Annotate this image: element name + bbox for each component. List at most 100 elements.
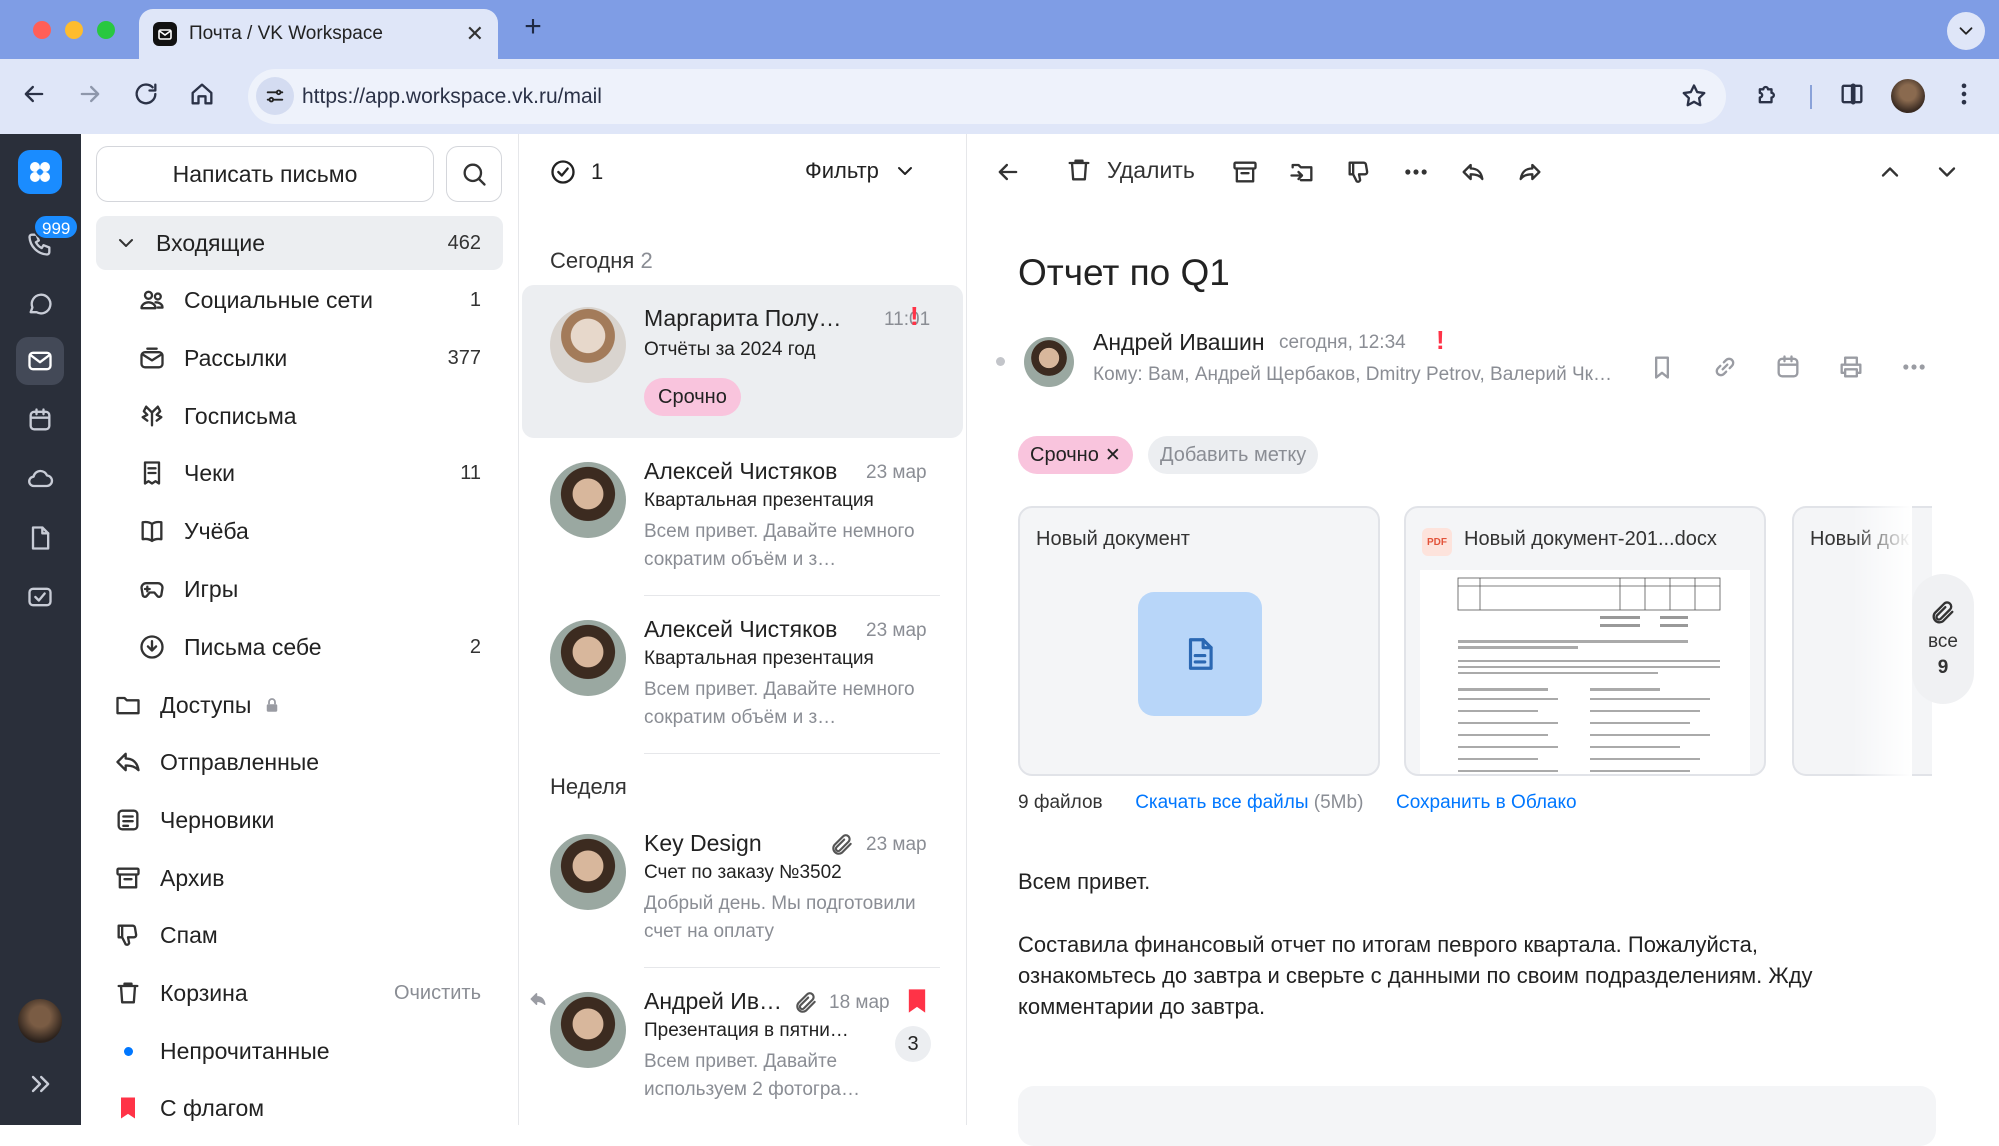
add-event-button[interactable] bbox=[1774, 353, 1802, 381]
compose-button[interactable]: Написать письмо bbox=[96, 146, 434, 202]
minimize-window-button[interactable] bbox=[65, 21, 83, 39]
message-tag[interactable]: Срочно ✕ bbox=[1018, 436, 1133, 474]
read-status-dot[interactable] bbox=[996, 357, 1005, 366]
folder-flagged[interactable]: С флагом bbox=[96, 1081, 503, 1135]
folder-receipts[interactable]: Чеки 11 bbox=[96, 446, 503, 500]
profile-avatar[interactable] bbox=[1891, 79, 1925, 113]
previous-message-button[interactable] bbox=[1876, 158, 1904, 186]
folder-archive[interactable]: Архив bbox=[96, 851, 503, 905]
delete-button[interactable]: Удалить bbox=[1065, 156, 1195, 184]
reload-button[interactable] bbox=[132, 80, 160, 108]
list-item[interactable]: Key Design 23 мар Счет по заказу №3502 Д… bbox=[519, 810, 968, 968]
download-all-link[interactable]: Скачать все файлы bbox=[1135, 792, 1308, 813]
extensions-button[interactable] bbox=[1754, 80, 1782, 108]
folder-self[interactable]: Письма себе 2 bbox=[96, 620, 503, 674]
more-horizontal-icon bbox=[1903, 364, 1925, 370]
next-message-button[interactable] bbox=[1933, 158, 1961, 186]
cloud-icon bbox=[28, 469, 54, 488]
attachment-icon bbox=[832, 834, 852, 855]
more-actions-button[interactable] bbox=[1402, 158, 1430, 186]
urgent-tag[interactable]: Срочно bbox=[644, 378, 741, 416]
close-window-button[interactable] bbox=[33, 21, 51, 39]
remove-tag-icon[interactable]: ✕ bbox=[1105, 444, 1121, 467]
folder-drafts[interactable]: Черновики bbox=[96, 793, 503, 847]
mail-from: Маргарита Полу… bbox=[644, 305, 842, 331]
save-to-cloud-link[interactable]: Сохранить в Облако bbox=[1396, 792, 1577, 813]
rail-docs[interactable] bbox=[16, 514, 64, 562]
folder-gov[interactable]: Госписьма bbox=[96, 389, 503, 443]
archive-button[interactable] bbox=[1231, 158, 1259, 186]
back-to-list-button[interactable] bbox=[994, 158, 1022, 186]
select-all-toggle[interactable]: 1 bbox=[549, 158, 603, 186]
tab-search-button[interactable] bbox=[1947, 12, 1985, 50]
rail-cloud[interactable] bbox=[16, 455, 64, 503]
search-button[interactable] bbox=[446, 146, 502, 202]
copy-link-button[interactable] bbox=[1711, 353, 1739, 381]
address-bar[interactable]: https://app.workspace.vk.ru/mail bbox=[248, 69, 1726, 124]
important-icon[interactable]: ! bbox=[1436, 325, 1445, 356]
flag-icon bbox=[121, 1097, 135, 1119]
add-tag-button[interactable]: Добавить метку bbox=[1148, 436, 1319, 474]
bookmark-button[interactable] bbox=[1648, 353, 1676, 381]
browser-menu-button[interactable] bbox=[1950, 80, 1978, 108]
folder-games[interactable]: Игры bbox=[96, 562, 503, 616]
close-tab-icon[interactable]: ✕ bbox=[466, 21, 484, 47]
rail-messenger[interactable] bbox=[16, 280, 64, 328]
rail-calendar[interactable] bbox=[16, 396, 64, 444]
list-item[interactable]: Алексей Чистяков 23 мар Квартальная през… bbox=[519, 438, 968, 596]
folder-social[interactable]: Социальные сети 1 bbox=[96, 273, 503, 327]
section-count: 2 bbox=[640, 248, 653, 273]
list-item[interactable]: Алексей Чистяков 23 мар Квартальная през… bbox=[519, 596, 968, 754]
more-horizontal-icon bbox=[1405, 169, 1427, 175]
folder-study[interactable]: Учёба bbox=[96, 504, 503, 558]
link-icon bbox=[1715, 357, 1735, 377]
rail-mail[interactable] bbox=[16, 337, 64, 385]
folder-count: 1 bbox=[469, 288, 481, 311]
folder-access[interactable]: Доступы bbox=[96, 678, 503, 732]
filter-dropdown[interactable]: Фильтр bbox=[805, 158, 917, 184]
forward-button[interactable] bbox=[1516, 158, 1544, 186]
recipients[interactable]: Кому: Вам, Андрей Щербаков, Dmitry Petro… bbox=[1093, 364, 1653, 386]
user-avatar[interactable] bbox=[18, 999, 62, 1043]
home-icon bbox=[191, 83, 213, 105]
attachment-card[interactable]: PDF Новый документ-201...docx bbox=[1404, 506, 1766, 776]
move-button[interactable] bbox=[1288, 158, 1316, 186]
side-panel-button[interactable] bbox=[1838, 80, 1866, 108]
trash-icon bbox=[117, 982, 139, 1004]
back-button[interactable] bbox=[20, 80, 48, 108]
all-attachments-button[interactable]: все 9 bbox=[1912, 574, 1974, 704]
bookmark-star-button[interactable] bbox=[1680, 82, 1708, 110]
folder-spam[interactable]: Спам bbox=[96, 908, 503, 962]
attachment-card[interactable]: Новый документ bbox=[1018, 506, 1380, 776]
folder-sent[interactable]: Отправленные bbox=[96, 735, 503, 789]
folder-inbox[interactable]: Входящие 462 bbox=[96, 216, 503, 270]
list-item[interactable]: Андрей Ив… 18 мар Презентация в пятни… 3… bbox=[519, 968, 968, 1125]
new-tab-button[interactable]: + bbox=[518, 12, 548, 44]
folder-newsletters[interactable]: Рассылки 377 bbox=[96, 331, 503, 385]
expand-rail-button[interactable] bbox=[16, 1060, 64, 1108]
quick-reply-bar[interactable] bbox=[1018, 1086, 1936, 1146]
site-settings-button[interactable] bbox=[256, 77, 294, 115]
empty-trash-link[interactable]: Очистить bbox=[394, 982, 481, 1005]
folder-trash[interactable]: Корзина Очистить bbox=[96, 966, 503, 1020]
important-icon[interactable]: ! bbox=[910, 301, 919, 332]
sender-avatar[interactable] bbox=[1024, 337, 1074, 387]
forward-button[interactable] bbox=[76, 80, 104, 108]
print-button[interactable] bbox=[1837, 353, 1865, 381]
maximize-window-button[interactable] bbox=[97, 21, 115, 39]
avatar bbox=[550, 462, 626, 538]
spam-button[interactable] bbox=[1345, 158, 1373, 186]
thread-count-badge[interactable]: 3 bbox=[895, 1026, 931, 1062]
home-button[interactable] bbox=[188, 80, 216, 108]
browser-tab[interactable]: Почта / VK Workspace ✕ bbox=[139, 9, 498, 59]
folder-unread[interactable]: Непрочитанные bbox=[96, 1024, 503, 1078]
workspace-logo[interactable] bbox=[18, 150, 62, 194]
reply-all-button[interactable] bbox=[1459, 158, 1487, 186]
sender-name[interactable]: Андрей Ивашин bbox=[1093, 329, 1265, 356]
rail-tasks[interactable] bbox=[16, 573, 64, 621]
double-chevron-right-icon bbox=[31, 1075, 50, 1093]
list-item[interactable]: Маргарита Полу… 11:01 ! Отчёты за 2024 г… bbox=[522, 285, 963, 438]
mail-from: Алексей Чистяков bbox=[644, 458, 838, 484]
more-button[interactable] bbox=[1900, 353, 1928, 381]
flag-icon[interactable] bbox=[903, 986, 931, 1016]
